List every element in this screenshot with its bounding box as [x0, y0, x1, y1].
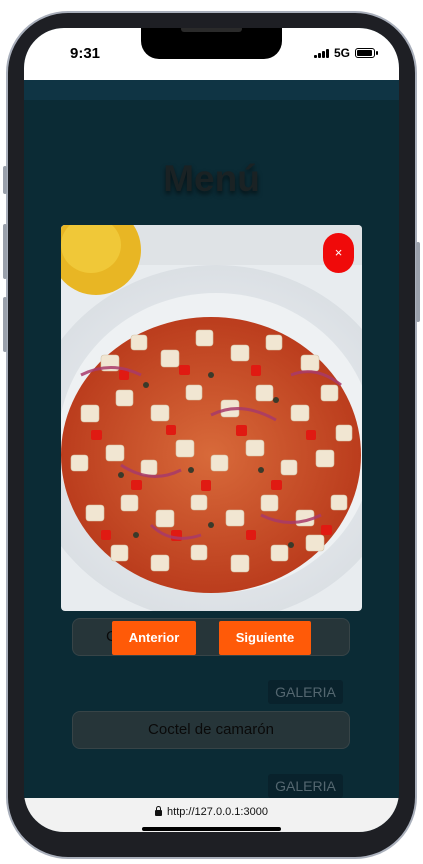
status-time: 9:31 [70, 45, 101, 62]
browser-url-bar[interactable]: http://127.0.0.1:3000 [24, 798, 399, 832]
network-label: 5G [333, 46, 350, 60]
previous-button[interactable]: Anterior [112, 621, 196, 655]
signal-bars-icon [313, 48, 329, 58]
phone-volume-down-button [3, 297, 7, 352]
phone-side-button [3, 166, 7, 194]
notch-speaker [181, 28, 242, 32]
status-bar: 9:31 5G [24, 28, 399, 80]
camera-notch [141, 28, 282, 59]
close-modal-button[interactable]: × [323, 233, 354, 273]
phone-power-button [416, 242, 420, 322]
home-indicator[interactable] [142, 827, 281, 831]
url-text-row: http://127.0.0.1:3000 [24, 806, 399, 818]
url-text: http://127.0.0.1:3000 [167, 806, 268, 818]
modal-image [61, 225, 362, 611]
lock-icon [155, 806, 163, 816]
next-button[interactable]: Siguiente [219, 621, 311, 655]
ceviche-photo [61, 225, 362, 611]
battery-icon [355, 48, 378, 58]
status-icons: 5G [313, 46, 378, 60]
phone-volume-up-button [3, 224, 7, 279]
